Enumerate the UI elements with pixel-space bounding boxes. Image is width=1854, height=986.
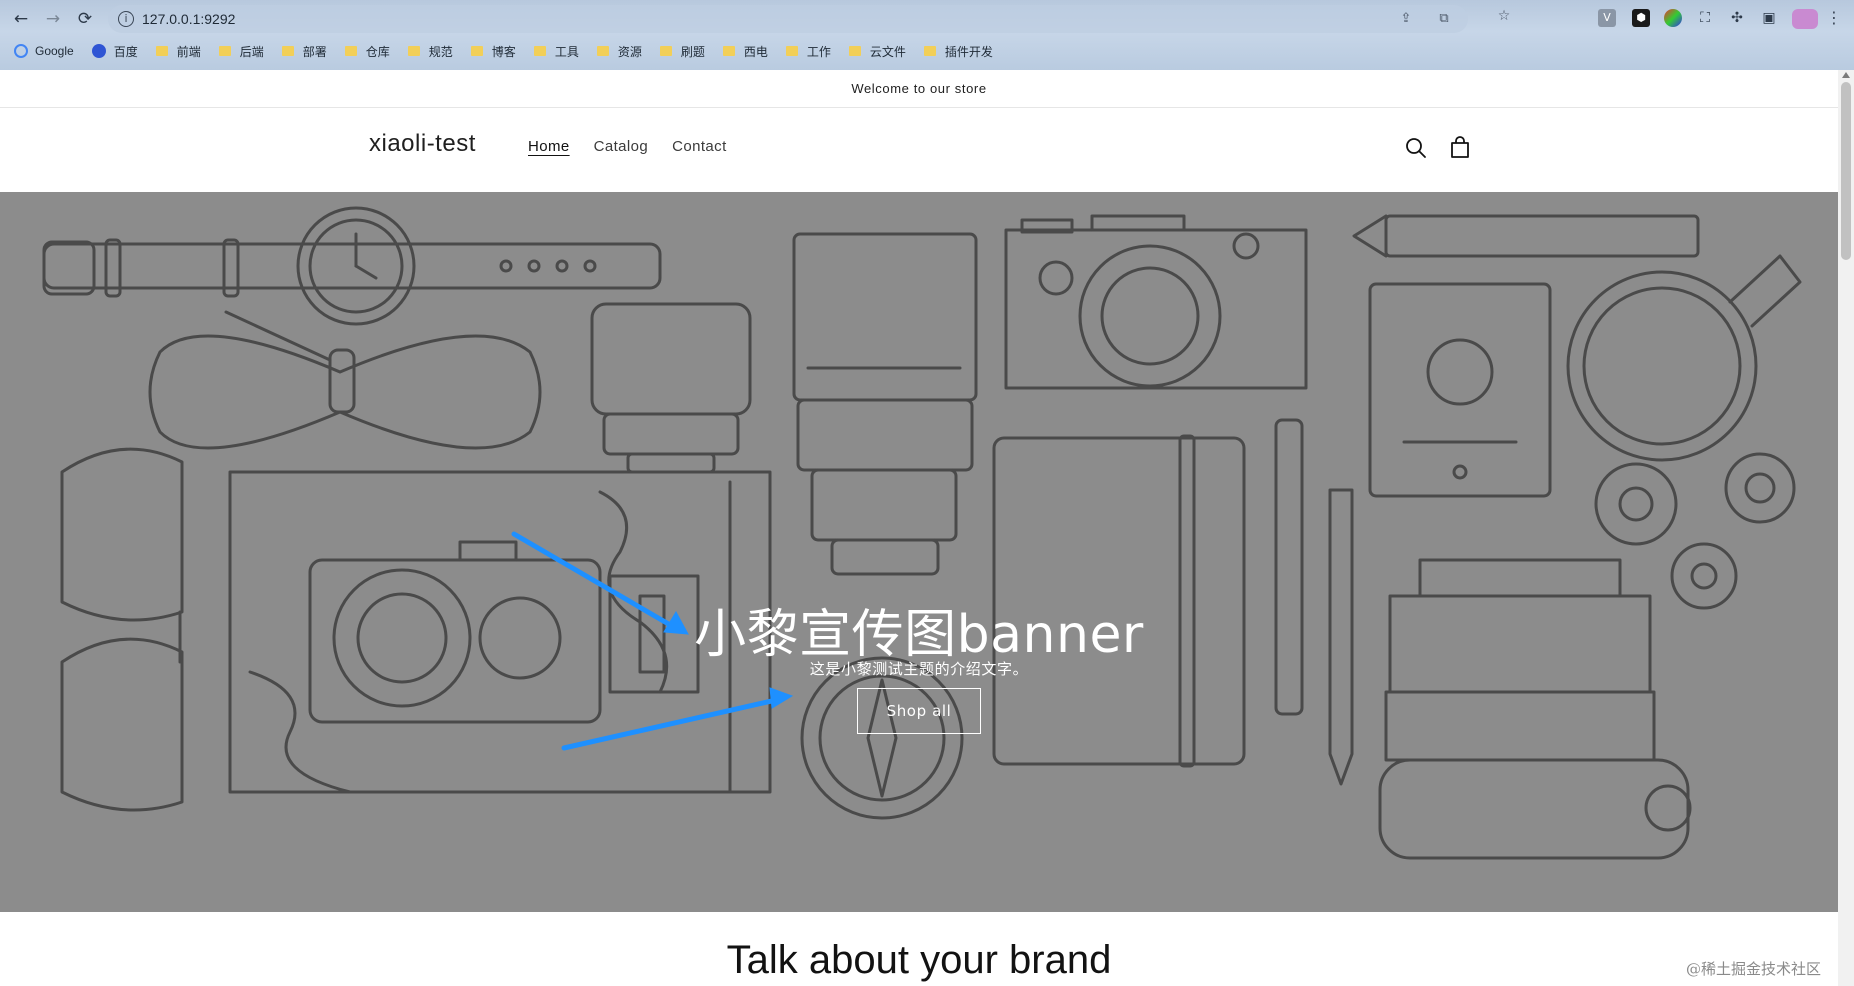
folder-icon — [155, 46, 168, 56]
site-info-icon[interactable]: i — [118, 11, 134, 27]
extension-v-icon[interactable]: V — [1598, 9, 1616, 27]
baidu-paw-icon — [91, 44, 106, 58]
bookmark-folder[interactable]: 后端 — [218, 43, 264, 60]
folder-icon — [848, 46, 861, 56]
folder-icon — [785, 46, 798, 56]
side-panel-icon[interactable]: ▣ — [1760, 9, 1778, 27]
url-text[interactable]: 127.0.0.1:9292 — [142, 11, 235, 27]
pencil-icon — [1352, 214, 1700, 258]
address-bar[interactable]: i 127.0.0.1:9292 ⧉ ⇪ — [108, 5, 1468, 33]
store-header: xiaoli-test Home Catalog Contact — [0, 108, 1838, 192]
banner-title: 小黎宣传图banner — [694, 605, 1144, 665]
bookmarks-bar: Google 百度 前端 后端 部署 仓库 规范 博客 工具 资源 刷题 西电 … — [0, 40, 1854, 62]
telephoto-lens-icon — [792, 232, 978, 576]
bookmark-folder[interactable]: 资源 — [596, 43, 642, 60]
folder-icon — [344, 46, 357, 56]
watch-icon — [42, 206, 662, 326]
bookmark-star-icon[interactable]: ☆ — [1494, 6, 1514, 26]
browser-menu-icon[interactable]: ⋮ — [1826, 7, 1842, 29]
shop-all-button[interactable]: Shop all — [857, 688, 981, 734]
translate-icon[interactable]: ⧉ — [1434, 9, 1454, 29]
bookmark-folder[interactable]: 博客 — [470, 43, 516, 60]
bookmark-folder[interactable]: 西电 — [722, 43, 768, 60]
folder-icon — [596, 46, 609, 56]
bookmark-folder[interactable]: 刷题 — [659, 43, 705, 60]
mug-icon — [1566, 254, 1802, 462]
folder-icon — [281, 46, 294, 56]
extensions-puzzle-icon[interactable]: ✣ — [1728, 9, 1746, 27]
nav-link-contact[interactable]: Contact — [672, 138, 727, 155]
section-heading: Talk about your brand — [726, 938, 1112, 982]
bookmark-folder[interactable]: 工具 — [533, 43, 579, 60]
back-arrow-icon[interactable]: ← — [10, 8, 32, 30]
folder-icon — [533, 46, 546, 56]
share-icon[interactable]: ⇪ — [1396, 9, 1416, 29]
extension-color-icon[interactable] — [1664, 9, 1682, 27]
search-icon[interactable] — [1402, 134, 1430, 162]
folder-icon — [923, 46, 936, 56]
cart-icon[interactable] — [1446, 134, 1474, 162]
google-icon — [14, 44, 28, 58]
bookmark-baidu[interactable]: 百度 — [91, 43, 138, 60]
tape-rolls-icon — [1594, 452, 1796, 610]
reload-icon[interactable]: ⟳ — [74, 8, 96, 30]
announcement-bar: Welcome to our store — [0, 70, 1838, 108]
scrollbar-thumb[interactable] — [1841, 82, 1851, 260]
store-logo[interactable]: xiaoli-test — [369, 130, 476, 158]
folder-icon — [407, 46, 420, 56]
banner-subtitle: 这是小黎测试主题的介绍文字。 — [809, 660, 1029, 678]
bookmark-folder[interactable]: 部署 — [281, 43, 327, 60]
bookmark-folder[interactable]: 云文件 — [848, 43, 906, 60]
store-page: Welcome to our store xiaoli-test Home Ca… — [0, 70, 1854, 986]
profile-avatar[interactable] — [1792, 9, 1818, 29]
rangefinder-camera-icon — [1004, 214, 1308, 390]
browser-chrome: ← → ⟳ i 127.0.0.1:9292 ⧉ ⇪ ☆ V ⬢ ⛶ ✣ ▣ ⋮… — [0, 0, 1854, 70]
browser-toolbar: ← → ⟳ i 127.0.0.1:9292 ⧉ ⇪ ☆ V ⬢ ⛶ ✣ ▣ ⋮ — [0, 0, 1854, 38]
banner-illustration — [42, 206, 1802, 860]
forward-arrow-icon[interactable]: → — [42, 8, 64, 30]
folder-icon — [722, 46, 735, 56]
bookmark-google[interactable]: Google — [14, 44, 74, 58]
page-scrollbar[interactable] — [1838, 70, 1854, 986]
bookmark-folder[interactable]: 规范 — [407, 43, 453, 60]
folder-icon — [218, 46, 231, 56]
lens-icon — [590, 302, 752, 474]
bow-icon — [148, 310, 542, 450]
scroll-up-arrow-icon[interactable] — [1842, 72, 1850, 78]
bookmark-folder[interactable]: 插件开发 — [923, 43, 993, 60]
compass-icon — [800, 656, 964, 820]
hero-banner: 小黎宣传图banner 这是小黎测试主题的介绍文字。 Shop all — [0, 192, 1838, 912]
main-nav: Home Catalog Contact — [528, 138, 751, 155]
watermark: @稀土掘金技术社区 — [1686, 960, 1822, 978]
nav-link-home[interactable]: Home — [528, 138, 570, 155]
extension-hex-icon[interactable]: ⬢ — [1632, 9, 1650, 27]
bookmark-folder[interactable]: 仓库 — [344, 43, 390, 60]
bookmark-folder[interactable]: 工作 — [785, 43, 831, 60]
bookmark-folder[interactable]: 前端 — [155, 43, 201, 60]
folder-icon — [470, 46, 483, 56]
screenshot-icon[interactable]: ⛶ — [1696, 9, 1714, 27]
folder-icon — [659, 46, 672, 56]
nav-link-catalog[interactable]: Catalog — [594, 138, 649, 155]
passport-icon — [1368, 282, 1552, 498]
